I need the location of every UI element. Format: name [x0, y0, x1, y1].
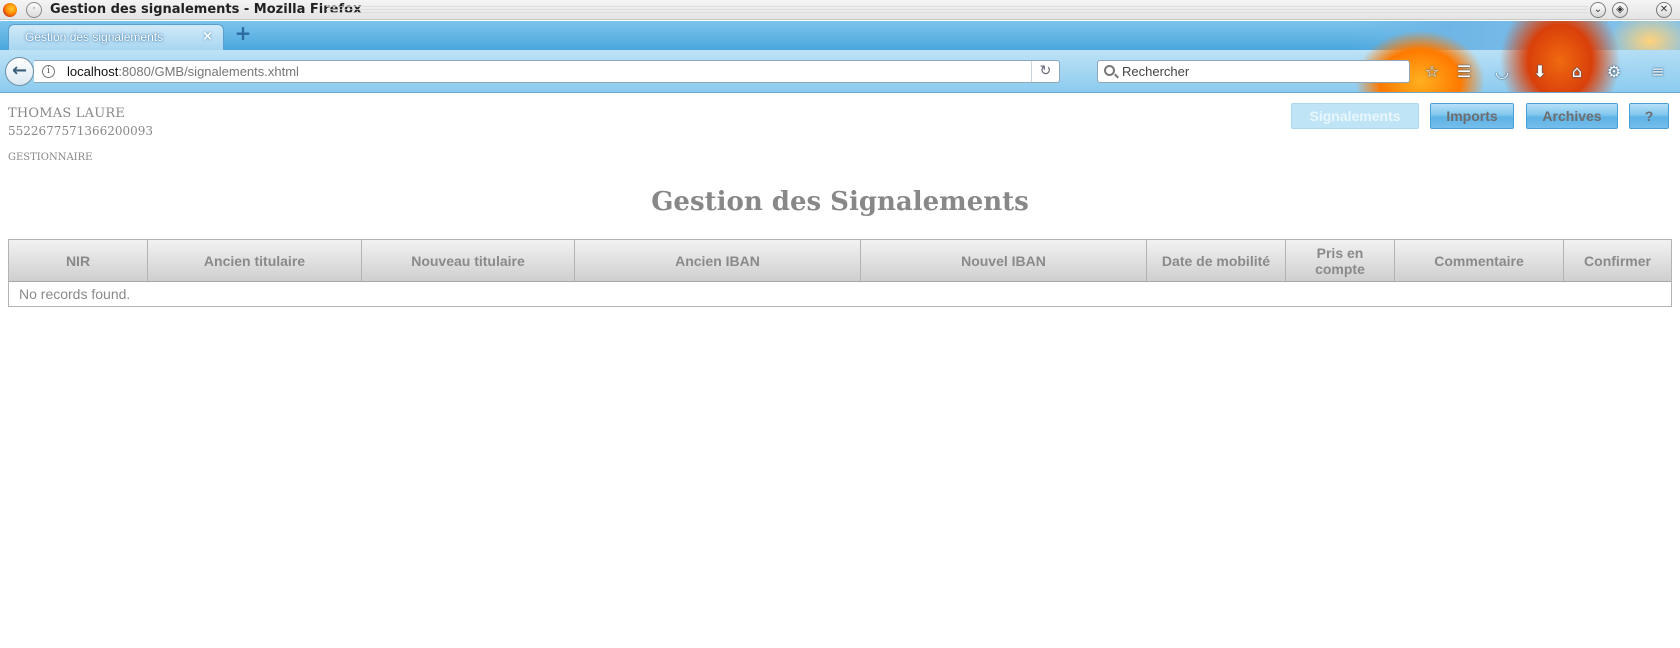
column-header-confirmer[interactable]: Confirmer — [1564, 240, 1671, 281]
back-button[interactable]: ← — [5, 57, 34, 86]
titlebar-grip — [326, 6, 1588, 14]
url-bar[interactable]: i localhost:8080/GMB/signalements.xhtml … — [34, 60, 1060, 83]
hamburger-menu-icon[interactable]: ≡ — [1648, 62, 1668, 82]
search-icon — [1104, 65, 1115, 76]
page-content: THOMAS LAURE 5522677571366200093 GESTION… — [0, 94, 1680, 648]
tab-strip: Gestion des signalements × + — [0, 21, 1680, 50]
user-name: THOMAS LAURE — [8, 106, 126, 121]
table-header: NIR Ancien titulaire Nouveau titulaire A… — [9, 240, 1671, 282]
user-role: GESTIONNAIRE — [8, 152, 93, 163]
tab-label: Gestion des signalements — [25, 30, 164, 44]
window-menu-icon[interactable]: · — [26, 2, 42, 18]
reload-icon[interactable]: ↻ — [1031, 61, 1059, 82]
close-icon[interactable]: ✕ — [1656, 2, 1672, 18]
minimize-icon[interactable]: ⌄ — [1590, 2, 1606, 18]
theme-artwork — [1350, 21, 1680, 50]
page-title: Gestion des Signalements — [651, 187, 1029, 217]
column-header-ancien-iban[interactable]: Ancien IBAN — [575, 240, 861, 281]
firefox-logo-icon — [3, 3, 17, 17]
window-titlebar: · Gestion des signalements - Mozilla Fir… — [0, 0, 1680, 20]
reading-list-icon[interactable]: ☰ — [1454, 62, 1474, 82]
column-header-pris-en-compte[interactable]: Pris en compte — [1286, 240, 1395, 281]
signalements-button[interactable]: Signalements — [1291, 103, 1419, 129]
pocket-icon[interactable]: ◡ — [1492, 62, 1512, 82]
column-header-nouveau-titulaire[interactable]: Nouveau titulaire — [362, 240, 575, 281]
table-body: No records found. — [9, 282, 1671, 306]
url-text[interactable]: localhost:8080/GMB/signalements.xhtml — [67, 64, 299, 79]
search-bar[interactable] — [1097, 60, 1410, 83]
navigation-toolbar: i localhost:8080/GMB/signalements.xhtml … — [0, 50, 1680, 93]
column-header-date-de-mobilite[interactable]: Date de mobilité — [1147, 240, 1286, 281]
site-info-icon[interactable]: i — [42, 65, 55, 78]
tab-close-icon[interactable]: × — [202, 29, 213, 44]
imports-button[interactable]: Imports — [1430, 103, 1514, 129]
download-icon[interactable]: ⬇ — [1530, 62, 1550, 82]
search-input[interactable] — [1122, 63, 1402, 80]
column-header-nouvel-iban[interactable]: Nouvel IBAN — [861, 240, 1147, 281]
tab-gestion-des-signalements[interactable]: Gestion des signalements × — [8, 24, 224, 50]
home-icon[interactable]: ⌂ — [1567, 62, 1587, 82]
column-header-nir[interactable]: NIR — [9, 240, 148, 281]
new-tab-button[interactable]: + — [234, 23, 252, 43]
empty-message: No records found. — [19, 286, 131, 302]
url-host: localhost — [67, 64, 119, 79]
signalements-table: NIR Ancien titulaire Nouveau titulaire A… — [8, 239, 1672, 307]
archives-button[interactable]: Archives — [1526, 103, 1618, 129]
maximize-icon[interactable]: ◈ — [1612, 2, 1628, 18]
user-nir: 5522677571366200093 — [8, 124, 154, 138]
window-title: Gestion des signalements - Mozilla Firef… — [50, 2, 362, 17]
help-button[interactable]: ? — [1629, 103, 1669, 129]
column-header-ancien-titulaire[interactable]: Ancien titulaire — [148, 240, 362, 281]
sync-icon[interactable]: ⚙ — [1604, 62, 1624, 82]
url-path: :8080/GMB/signalements.xhtml — [118, 64, 299, 79]
column-header-commentaire[interactable]: Commentaire — [1395, 240, 1564, 281]
bookmark-star-icon[interactable]: ☆ — [1422, 62, 1442, 82]
